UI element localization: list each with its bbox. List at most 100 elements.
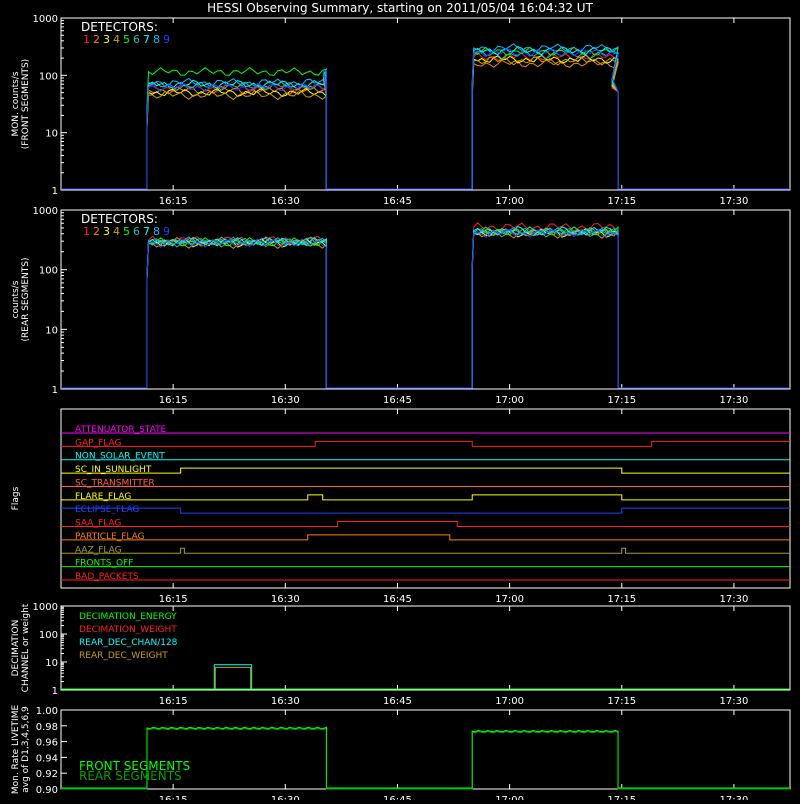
rear-series-line xyxy=(61,227,790,389)
front-axis-frame xyxy=(60,17,791,191)
decimation-x-tick-label: 16:30 xyxy=(271,696,300,707)
front-y-axis-label: MON. counts/s xyxy=(11,71,21,136)
flag-sc-transmitter: SC_TRANSMITTER xyxy=(61,478,790,488)
rear-y-tick-label: 100 xyxy=(39,266,58,277)
front-series-line xyxy=(61,46,790,190)
rear-x-tick-label: 17:00 xyxy=(495,395,524,406)
rear-legend-title: DETECTORS: xyxy=(81,212,158,226)
front-series-line xyxy=(61,58,790,190)
rear-series-detector-3 xyxy=(61,228,790,389)
flag-eclipse-flag: ECLIPSE_FLAG xyxy=(61,505,790,515)
front-series-detector-7 xyxy=(61,46,790,190)
flag-saa-flag: SAA_FLAG xyxy=(61,519,790,529)
rear-y-axis-label: counts/s xyxy=(11,280,21,318)
rear-series-line xyxy=(61,228,790,389)
livetime-y-axis-label: Mon. Rate LIVETIME xyxy=(11,705,21,795)
front-y-axis-label: (FRONT SEGMENTS) xyxy=(21,59,31,149)
decimation-x-tick-label: 16:45 xyxy=(383,696,412,707)
front-series-line xyxy=(61,46,790,190)
livetime-x-tick-label: 16:30 xyxy=(271,795,300,800)
front-series-detector-3 xyxy=(61,54,790,190)
front-legend-detector-1: 1 xyxy=(83,33,90,46)
front-series-line xyxy=(61,54,790,190)
livetime-y-tick-label: 0.90 xyxy=(36,785,58,796)
front-series-line xyxy=(61,56,790,190)
rear-series-line xyxy=(61,229,790,389)
rear-series-line xyxy=(61,227,790,389)
rear-legend-detector-9: 9 xyxy=(163,225,170,238)
flag-label: SC_TRANSMITTER xyxy=(75,478,155,488)
front-legend-detector-8: 8 xyxy=(153,33,160,46)
decimation-x-tick-label: 16:15 xyxy=(159,696,188,707)
rear-x-tick-label: 16:15 xyxy=(159,395,188,406)
front-series-detector-4 xyxy=(61,56,790,190)
front-series-detector-5 xyxy=(61,46,790,190)
rear-series-line xyxy=(61,228,790,389)
rear-series-detector-5 xyxy=(61,226,790,389)
flag-flare-flag: FLARE_FLAG xyxy=(61,492,790,502)
decimation-legend-item: DECIMATION_WEIGHT xyxy=(79,625,177,635)
rear-legend-detector-1: 1 xyxy=(83,225,90,238)
rear-legend-detector-6: 6 xyxy=(133,225,140,238)
front-x-tick-label: 16:30 xyxy=(271,196,300,207)
decimation-y-tick-label: 1000 xyxy=(33,602,58,613)
front-y-tick-label: 1 xyxy=(52,186,58,197)
rear-series-line xyxy=(61,226,790,389)
decimation-y-tick-label: 1 xyxy=(52,686,58,697)
decimation-y-tick-label: 100 xyxy=(39,630,58,641)
flags-y-axis-label: Flags xyxy=(11,486,21,510)
front-legend-detector-3: 3 xyxy=(103,33,110,46)
front-legend-detector-2: 2 xyxy=(93,33,100,46)
livetime-x-tick-label: 17:00 xyxy=(495,795,524,800)
livetime-x-tick-label: 16:45 xyxy=(383,795,412,800)
flag-non-solar-event: NON_SOLAR_EVENT xyxy=(61,452,790,462)
rear-legend-detector-3: 3 xyxy=(103,225,110,238)
front-legend-title: DETECTORS: xyxy=(81,20,158,34)
front-series-line xyxy=(61,48,790,190)
flag-label: FRONTS_OFF xyxy=(75,559,133,569)
rear-series-detector-2 xyxy=(61,227,790,389)
decimation-y-axis-label: CHANNEL or weight xyxy=(21,603,31,692)
flags-x-tick-label: 16:30 xyxy=(271,594,300,605)
livetime-y-tick-label: 1.00 xyxy=(36,706,58,717)
rear-x-tick-label: 17:30 xyxy=(720,395,749,406)
rear-x-tick-label: 17:15 xyxy=(607,395,636,406)
livetime-x-tick-label: 17:15 xyxy=(607,795,636,800)
flag-label: BAD_PACKETS xyxy=(75,572,139,582)
flag-label: SC_IN_SUNLIGHT xyxy=(75,465,152,475)
flag-bad-packets: BAD_PACKETS xyxy=(61,572,790,582)
livetime-y-tick-label: 0.96 xyxy=(36,738,58,749)
flag-step-line xyxy=(61,467,790,474)
rear-series-detector-4 xyxy=(61,229,790,389)
front-legend-detector-6: 6 xyxy=(133,33,140,46)
front-series-line xyxy=(61,43,790,190)
front-y-tick-label: 10 xyxy=(45,129,58,140)
decimation-x-tick-label: 17:00 xyxy=(495,696,524,707)
flag-fronts-off: FRONTS_OFF xyxy=(61,559,790,569)
livetime-y-tick-label: 0.98 xyxy=(36,722,58,733)
front-x-tick-label: 17:15 xyxy=(607,196,636,207)
flag-label: ECLIPSE_FLAG xyxy=(75,505,139,515)
flag-particle-flag: PARTICLE_FLAG xyxy=(61,532,790,542)
front-series-detector-2 xyxy=(61,58,790,190)
front-x-tick-label: 16:15 xyxy=(159,196,188,207)
decimation-legend-item: DECIMATION_ENERGY xyxy=(79,612,177,622)
flag-label: AAZ_FLAG xyxy=(75,545,122,555)
livetime-y-axis-label: avg of D1,3,4,5,6,9 xyxy=(21,706,31,793)
flag-label: FLARE_FLAG xyxy=(75,492,131,502)
flag-step-line xyxy=(61,494,790,501)
rear-legend-detector-5: 5 xyxy=(123,225,130,238)
flag-label: NON_SOLAR_EVENT xyxy=(75,452,165,462)
rear-series-line xyxy=(61,222,790,389)
rear-series-line xyxy=(61,225,790,389)
front-legend-detector-9: 9 xyxy=(163,33,170,46)
rear-y-tick-label: 1000 xyxy=(33,206,58,217)
flags-x-tick-label: 17:30 xyxy=(720,594,749,605)
rear-legend-detector-8: 8 xyxy=(153,225,160,238)
front-y-tick-label: 1000 xyxy=(33,14,58,25)
rear-x-tick-label: 16:45 xyxy=(383,395,412,406)
livetime-legend-item: REAR SEGMENTS xyxy=(79,769,182,783)
front-x-tick-label: 16:45 xyxy=(383,196,412,207)
livetime-x-tick-label: 17:30 xyxy=(720,795,749,800)
flag-gap-flag: GAP_FLAG xyxy=(61,438,790,448)
